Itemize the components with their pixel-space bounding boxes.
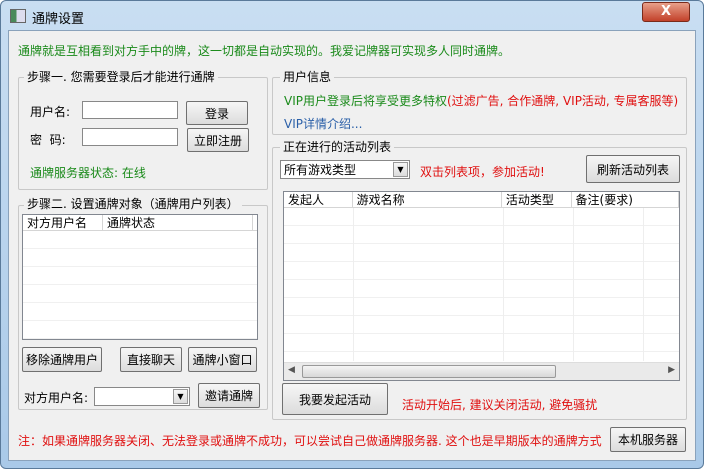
step2-title: 步骤二. 设置通牌对象（通牌用户列表） — [24, 197, 242, 211]
close-button[interactable]: X — [642, 2, 690, 22]
activity-warning: 活动开始后, 建议关闭活动, 避免骚扰 — [402, 398, 598, 412]
activities-list[interactable]: 发起人 游戏名称 活动类型 备注(要求) ◀ ▶ — [283, 191, 680, 381]
peer-label: 对方用户名: — [24, 391, 89, 405]
password-label: 密 码: — [30, 133, 66, 147]
username-input[interactable] — [82, 101, 178, 119]
peer-combo[interactable]: ▼ — [94, 387, 190, 406]
vip-details-link[interactable]: VIP详情介绍... — [284, 115, 362, 132]
game-type-select[interactable]: 所有游戏类型 ▼ — [280, 160, 410, 179]
activities-title: 正在进行的活动列表 — [280, 140, 395, 154]
peer-list[interactable]: 对方用户名 通牌状态 — [22, 214, 258, 340]
start-activity-button[interactable]: 我要发起活动 — [282, 383, 388, 415]
userinfo-title: 用户信息 — [280, 70, 335, 84]
col-initiator[interactable]: 发起人 — [284, 192, 353, 207]
app-icon — [10, 9, 26, 23]
intro-text: 通牌就是互相看到对方手中的牌，这一切都是自动实现的。我爱记牌器可实现多人同时通牌… — [18, 44, 511, 58]
list-hint: 双击列表项，参加活动! — [420, 165, 545, 179]
local-server-button[interactable]: 本机服务器 — [610, 427, 686, 452]
col-activity-type[interactable]: 活动类型 — [502, 192, 572, 207]
chat-button[interactable]: 直接聊天 — [120, 347, 182, 372]
game-type-value: 所有游戏类型 — [284, 163, 357, 177]
username-label: 用户名: — [30, 105, 71, 119]
window-title: 通牌设置 — [32, 12, 85, 27]
chevron-down-icon[interactable]: ▼ — [173, 389, 188, 404]
invite-button[interactable]: 邀请通牌 — [198, 383, 260, 408]
col-notes[interactable]: 备注(要求) — [572, 192, 679, 207]
col-game-name[interactable]: 游戏名称 — [353, 192, 502, 207]
remove-peer-button[interactable]: 移除通牌用户 — [22, 347, 102, 372]
chevron-down-icon[interactable]: ▼ — [393, 162, 408, 177]
mini-window-button[interactable]: 通牌小窗口 — [188, 347, 257, 372]
horizontal-scrollbar[interactable]: ◀ ▶ — [284, 362, 679, 380]
server-status: 通牌服务器状态: 在线 — [30, 166, 146, 180]
footer-note: 注：如果通牌服务器关闭、无法登录或通牌不成功，可以尝试自己做通牌服务器. 这个也… — [18, 434, 602, 448]
scroll-right-icon[interactable]: ▶ — [668, 365, 675, 375]
password-input[interactable] — [82, 128, 178, 146]
col-peer-name[interactable]: 对方用户名 — [23, 215, 103, 230]
login-button[interactable]: 登录 — [186, 101, 248, 125]
scroll-left-icon[interactable]: ◀ — [288, 365, 295, 375]
col-status[interactable]: 通牌状态 — [103, 215, 253, 230]
vip-benefits-text: VIP用户登录后将享受更多特权 — [284, 94, 447, 108]
refresh-button[interactable]: 刷新活动列表 — [586, 155, 680, 183]
scroll-thumb[interactable] — [302, 365, 556, 378]
step1-title: 步骤一. 您需要登录后才能进行通牌 — [24, 70, 218, 84]
vip-benefits: VIP用户登录后将享受更多特权(过滤广告, 合作通牌, VIP活动, 专属客服等… — [284, 92, 678, 109]
register-button[interactable]: 立即注册 — [187, 128, 249, 152]
vip-benefits-list: (过滤广告, 合作通牌, VIP活动, 专属客服等) — [447, 94, 679, 108]
